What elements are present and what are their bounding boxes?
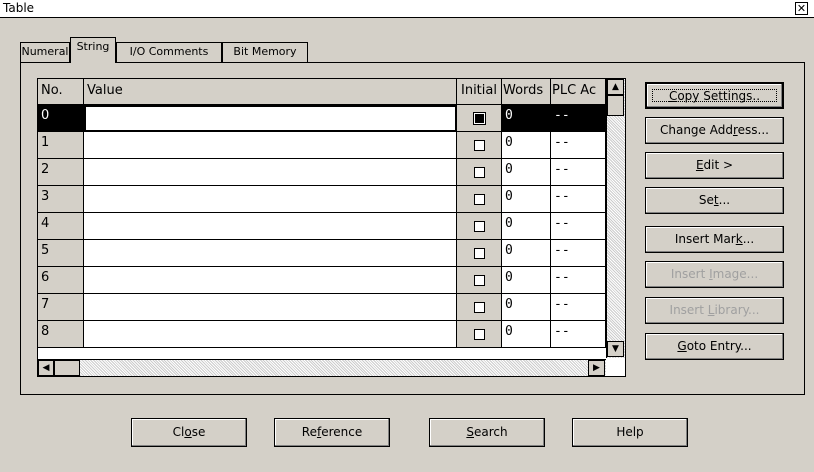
table-row[interactable]: 1 0 -- [38,132,608,159]
row-number: 7 [38,294,84,321]
initial-checkbox[interactable] [473,112,486,125]
row-number: 4 [38,213,84,240]
row-number: 5 [38,240,84,267]
initial-cell[interactable] [457,186,502,213]
header-initial: Initial [457,79,502,105]
initial-checkbox[interactable] [474,140,485,151]
header-no: No. [38,79,84,105]
row-number: 0 [38,105,84,132]
window-title: Table [3,1,35,15]
initial-checkbox[interactable] [474,221,485,232]
scroll-up-icon[interactable]: ▲ [607,79,624,95]
initial-checkbox[interactable] [474,275,485,286]
value-cell[interactable] [84,213,457,240]
plc-address-cell[interactable]: -- [551,159,606,186]
row-number: 8 [38,321,84,348]
initial-checkbox[interactable] [474,329,485,340]
value-cell[interactable] [84,321,457,348]
tab-numeral[interactable]: Numeral [20,42,70,62]
row-number: 1 [38,132,84,159]
words-cell[interactable]: 0 [502,132,551,159]
insert-image-button[interactable]: Insert Image... [645,261,784,288]
initial-cell[interactable] [457,159,502,186]
tab-bit-memory[interactable]: Bit Memory [222,42,308,62]
help-button[interactable]: Help [572,418,688,447]
edit-button[interactable]: Edit > [645,152,784,179]
goto-entry-button[interactable]: Goto Entry... [645,333,784,360]
plc-address-cell[interactable]: -- [551,186,606,213]
title-bar: Table ✕ [0,0,814,18]
string-table: No. Value Initial Words PLC Ac 0 0 -- 1 0 -- 2… [37,78,626,377]
plc-address-cell[interactable]: -- [551,240,606,267]
value-cell[interactable] [84,186,457,213]
plc-address-cell[interactable]: -- [551,294,606,321]
table-row[interactable]: 8 0 -- [38,321,608,348]
close-icon[interactable]: ✕ [795,2,808,15]
words-cell[interactable]: 0 [502,159,551,186]
table-row[interactable]: 7 0 -- [38,294,608,321]
table-row[interactable]: 6 0 -- [38,267,608,294]
initial-cell[interactable] [457,321,502,348]
row-number: 3 [38,186,84,213]
vertical-scroll-thumb[interactable] [607,95,624,116]
initial-cell[interactable] [457,240,502,267]
words-cell[interactable]: 0 [502,105,551,132]
table-row[interactable]: 4 0 -- [38,213,608,240]
plc-address-cell[interactable]: -- [551,267,606,294]
initial-cell[interactable] [457,213,502,240]
vertical-scrollbar[interactable]: ▲ ▼ [606,79,625,358]
scroll-down-icon[interactable]: ▼ [607,341,624,357]
header-plc-address: PLC Ac [551,79,606,105]
initial-checkbox[interactable] [474,167,485,178]
horizontal-scrollbar[interactable]: ◀ ▶ [38,359,606,376]
words-cell[interactable]: 0 [502,186,551,213]
table-row[interactable]: 2 0 -- [38,159,608,186]
initial-checkbox[interactable] [474,302,485,313]
initial-cell[interactable] [457,267,502,294]
scroll-right-icon[interactable]: ▶ [588,360,605,376]
plc-address-cell[interactable]: -- [551,132,606,159]
value-cell[interactable] [84,132,457,159]
value-cell[interactable] [84,294,457,321]
plc-address-cell[interactable]: -- [551,321,606,348]
close-button[interactable]: Close [131,418,247,447]
header-value: Value [84,79,457,105]
words-cell[interactable]: 0 [502,321,551,348]
table-row[interactable]: 5 0 -- [38,240,608,267]
words-cell[interactable]: 0 [502,213,551,240]
reference-button[interactable]: Reference [274,418,390,447]
insert-library-button[interactable]: Insert Library... [645,297,784,324]
row-number: 2 [38,159,84,186]
row-number: 6 [38,267,84,294]
value-cell[interactable] [84,267,457,294]
initial-checkbox[interactable] [474,248,485,259]
insert-mark-button[interactable]: Insert Mark... [645,226,784,253]
words-cell[interactable]: 0 [502,267,551,294]
table-row[interactable]: 0 0 -- [38,105,608,132]
search-button[interactable]: Search [429,418,545,447]
initial-cell[interactable] [457,294,502,321]
scroll-left-icon[interactable]: ◀ [38,360,54,376]
value-cell[interactable] [84,159,457,186]
set-button[interactable]: Set... [645,187,784,214]
copy-settings-button[interactable]: Copy Settings.. [645,82,784,109]
tab-string[interactable]: String [70,37,116,63]
initial-cell[interactable] [457,132,502,159]
value-cell[interactable] [84,105,457,132]
words-cell[interactable]: 0 [502,294,551,321]
table-row[interactable]: 3 0 -- [38,186,608,213]
words-cell[interactable]: 0 [502,240,551,267]
value-cell[interactable] [84,240,457,267]
horizontal-scroll-thumb[interactable] [54,360,80,376]
initial-cell[interactable] [457,105,502,132]
plc-address-cell[interactable]: -- [551,105,606,132]
plc-address-cell[interactable]: -- [551,213,606,240]
change-address-button[interactable]: Change Address... [645,117,784,144]
initial-checkbox[interactable] [474,194,485,205]
header-words: Words [502,79,551,105]
tab-io-comments[interactable]: I/O Comments [116,42,222,62]
